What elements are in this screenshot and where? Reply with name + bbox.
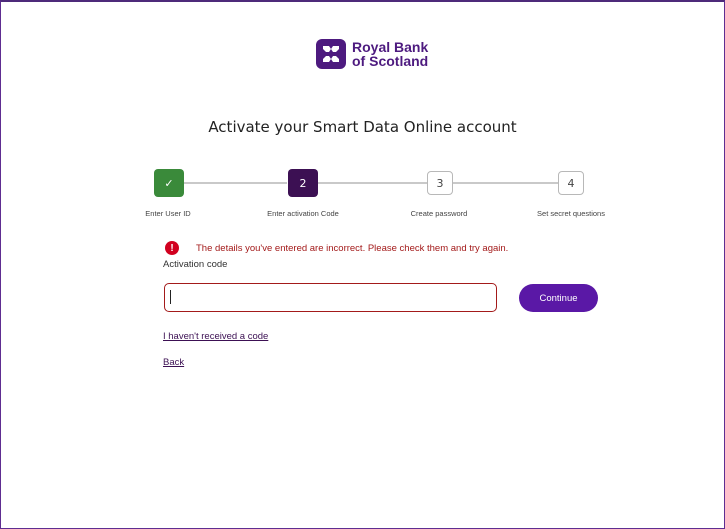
error-text: The details you've entered are incorrect… [196,242,509,254]
activation-code-label: Activation code [163,259,228,270]
continue-button[interactable]: Continue [519,284,598,312]
step-connector [181,182,287,184]
page-frame [0,0,725,529]
text-caret [170,290,171,304]
step-connector [318,182,427,184]
step-4-marker: 4 [558,171,584,195]
error-message: ! The details you've entered are incorre… [165,241,508,255]
rbs-logo-icon [316,39,346,69]
error-icon: ! [165,241,179,255]
step-1-check-icon: ✓ [154,169,184,197]
step-3-marker: 3 [427,171,453,195]
activation-code-input[interactable] [164,283,497,312]
step-2-label: Enter activation Code [267,209,339,218]
brand-name-line1: Royal Bank [352,39,429,55]
brand-name: Royal Bank of Scotland [352,40,428,68]
no-code-link[interactable]: I haven't received a code [163,331,268,342]
brand-name-line2: of Scotland [352,53,429,69]
back-link[interactable]: Back [163,357,184,368]
step-3-label: Create password [410,209,468,218]
step-4-label: Set secret questions [537,209,605,218]
step-1-label: Enter User ID [145,209,191,218]
page-title: Activate your Smart Data Online account [208,118,517,136]
brand-logo: Royal Bank of Scotland [316,39,428,69]
step-2-marker: 2 [288,169,318,197]
step-connector [453,182,559,184]
